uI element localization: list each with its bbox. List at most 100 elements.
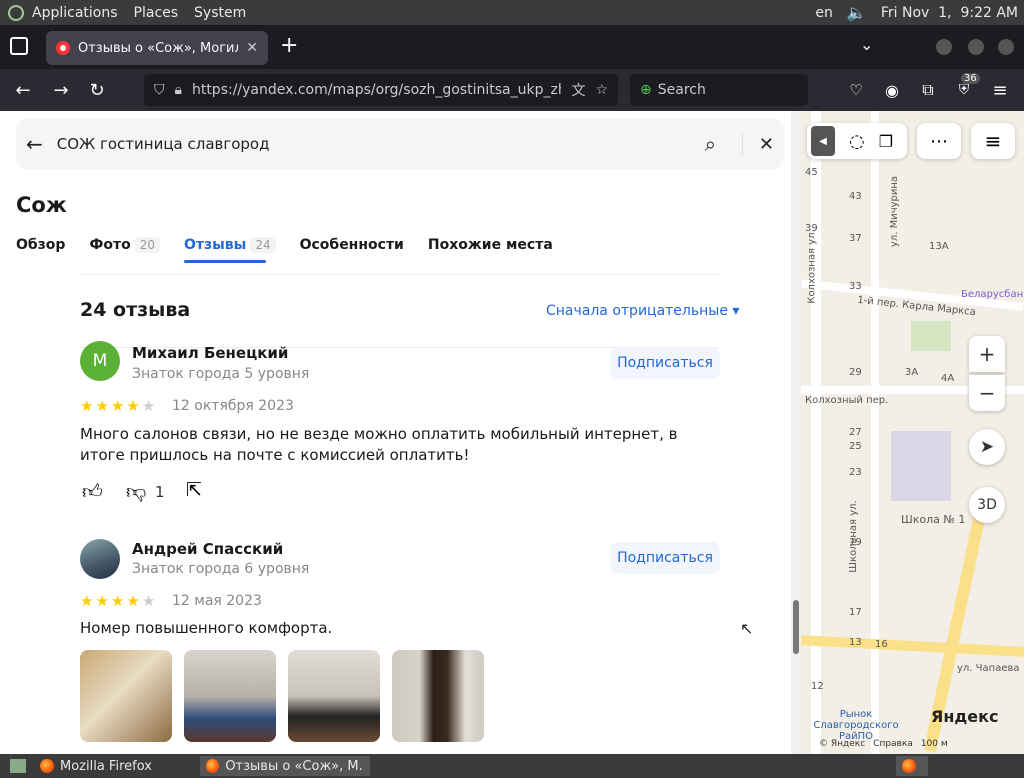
system-menu[interactable]: System — [194, 5, 246, 21]
tab-features-label: Особенности — [299, 237, 404, 253]
applications-menu[interactable]: Applications — [32, 5, 118, 21]
pocket-icon[interactable]: ♡ — [843, 77, 869, 103]
account-icon[interactable]: ◉ — [879, 77, 905, 103]
review-photo[interactable] — [392, 650, 484, 742]
tab-reviews-label: Отзывы — [183, 237, 247, 253]
search-placeholder[interactable]: Search — [658, 82, 706, 98]
browser-tab-active[interactable]: Отзывы о «Сож», Могилёв ✕ — [46, 31, 268, 65]
browser-tab-strip: Отзывы о «Сож», Могилёв ✕ + ⌄ — [0, 25, 1024, 69]
panorama-icon[interactable]: ◌ — [849, 131, 865, 152]
close-tab-icon[interactable]: ✕ — [246, 40, 258, 56]
bookmark-star-icon[interactable]: ☆ — [595, 82, 608, 98]
clock[interactable]: Fri Nov 1, 9:22 AM — [881, 5, 1018, 21]
map-help-link[interactable]: Справка — [873, 739, 913, 749]
taskbar-item-firefox[interactable]: Mozilla Firefox — [34, 756, 158, 776]
taskbar-item-yandex-tab[interactable]: Отзывы о «Сож», М... — [200, 756, 370, 776]
back-arrow-icon[interactable]: ← — [10, 77, 36, 103]
zoom-in-button[interactable]: + — [969, 336, 1005, 372]
review-author[interactable]: Михаил Бенецкий — [132, 344, 288, 362]
zoom-out-button[interactable]: − — [969, 375, 1005, 411]
review-date: 12 мая 2023 — [172, 593, 262, 609]
house-number: 45 — [805, 167, 818, 178]
map-panel[interactable]: ул. Мичурина Колхозная ул. 1-й пер. Карл… — [801, 111, 1024, 754]
map-scale: 100 м — [920, 739, 948, 749]
review-photo[interactable] — [184, 650, 276, 742]
translate-icon[interactable]: 文 — [571, 80, 585, 100]
star-icon: ★ — [110, 592, 125, 610]
sort-dropdown[interactable]: Сначала отрицательные ▾ — [546, 303, 739, 319]
tab-similar-places[interactable]: Похожие места — [428, 237, 553, 253]
places-menu[interactable]: Places — [134, 5, 179, 21]
search-bar[interactable]: ⊕ Search — [630, 74, 808, 106]
shield-icon[interactable]: ⛉ — [154, 82, 165, 98]
road-main — [801, 635, 1024, 657]
review-text: Много салонов связи, но не везде можно о… — [80, 425, 678, 464]
gnome-logo-icon[interactable] — [8, 4, 24, 21]
share-icon[interactable]: ⇱ — [186, 479, 202, 501]
subscribe-button[interactable]: Подписаться — [610, 542, 720, 574]
avatar[interactable] — [80, 539, 120, 579]
window-maximize-button[interactable] — [968, 39, 984, 55]
tab-photo[interactable]: Фото 20 — [89, 237, 160, 253]
url-text[interactable]: https://yandex.com/maps/org/sozh_gostini… — [192, 82, 561, 98]
maps-search-field[interactable]: ← СОЖ гостиница славгород ⌕ ✕ — [16, 119, 784, 169]
star-icon: ★ — [141, 592, 156, 610]
house-number: 23 — [849, 467, 862, 478]
firefox-icon — [902, 759, 916, 773]
hamburger-menu-icon[interactable]: ≡ — [987, 77, 1013, 103]
url-bar[interactable]: ⛉ 🔒︎ https://yandex.com/maps/org/sozh_go… — [144, 74, 618, 106]
back-arrow-icon[interactable]: ← — [26, 132, 43, 156]
star-icon: ★ — [80, 592, 94, 610]
star-icon: ★ — [95, 592, 109, 610]
scrollbar-thumb[interactable] — [793, 600, 799, 654]
house-number: 43 — [849, 191, 862, 202]
3d-toggle-button[interactable]: 3D — [969, 487, 1005, 523]
page-scrollbar[interactable] — [791, 111, 801, 754]
show-desktop-icon[interactable] — [4, 756, 32, 776]
review-photo[interactable] — [80, 650, 172, 742]
house-number: 27 — [849, 427, 862, 438]
house-number: 3А — [905, 367, 919, 378]
forward-arrow-icon[interactable]: → — [48, 77, 74, 103]
firefox-view-icon[interactable] — [10, 37, 28, 55]
search-icon[interactable]: ⌕ — [705, 132, 716, 156]
avatar[interactable]: М — [80, 341, 120, 381]
tab-photo-label: Фото — [89, 237, 131, 253]
volume-icon[interactable]: 🔈 — [847, 3, 867, 22]
new-tab-icon[interactable]: + — [280, 33, 298, 58]
reload-icon[interactable]: ↻ — [84, 77, 110, 103]
tab-features[interactable]: Особенности — [300, 237, 404, 253]
window-close-button[interactable] — [998, 39, 1014, 55]
review-author[interactable]: Андрей Спасский — [132, 540, 283, 558]
avatar-initial: М — [92, 351, 108, 371]
collapse-panel-icon[interactable]: ◀ — [811, 126, 835, 156]
subscribe-button[interactable]: Подписаться — [610, 347, 720, 379]
clear-search-icon[interactable]: ✕ — [741, 133, 774, 155]
list-all-tabs-icon[interactable]: ⌄ — [860, 35, 873, 54]
search-query-text[interactable]: СОЖ гостиница славгород — [57, 135, 705, 153]
taskbar-item-label: Отзывы о «Сож», М... — [225, 758, 364, 774]
my-location-icon[interactable]: ➤ — [969, 429, 1005, 465]
window-minimize-button[interactable] — [936, 39, 952, 55]
street-label: ул. Мичурина — [889, 175, 901, 248]
like-icon[interactable]: 👍︎ — [82, 479, 103, 504]
building-block — [891, 431, 951, 501]
firefox-icon — [40, 759, 54, 773]
workspace-switcher[interactable] — [896, 756, 928, 776]
extensions-puzzle-icon[interactable]: ⧉ — [915, 77, 941, 103]
tab-reviews[interactable]: Отзывы 24 — [183, 237, 276, 263]
layers-icon[interactable]: ❐ — [879, 132, 893, 151]
tab-reviews-count: 24 — [250, 237, 276, 253]
keyboard-layout-indicator[interactable]: en — [815, 5, 833, 21]
tab-overview[interactable]: Обзор — [16, 237, 65, 253]
review-photo[interactable] — [288, 650, 380, 742]
house-number: 12 — [811, 681, 824, 692]
tab-photo-count: 20 — [134, 237, 160, 253]
map-copyright[interactable]: © Яндекс — [819, 739, 865, 749]
dislike-icon[interactable]: 👎︎ — [126, 479, 146, 504]
system-top-panel: Applications Places System en 🔈 Fri Nov … — [0, 0, 1024, 25]
house-number: 39 — [805, 223, 818, 234]
more-options-icon[interactable]: ⋯ — [917, 123, 961, 159]
map-menu-icon[interactable]: ≡ — [971, 123, 1015, 159]
lock-icon[interactable]: 🔒︎ — [175, 82, 182, 98]
